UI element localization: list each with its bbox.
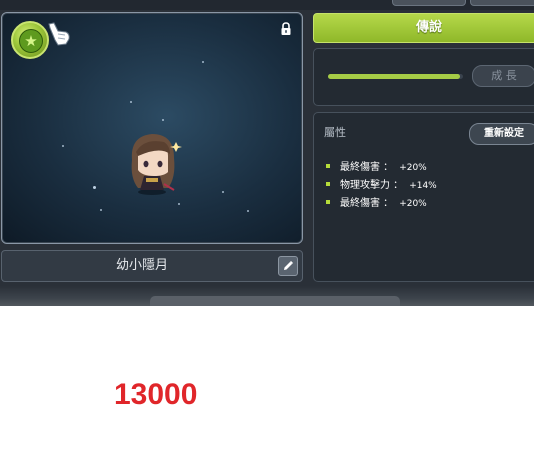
- growth-button[interactable]: 成 長: [472, 65, 534, 87]
- attribute-name: 物理攻擊力 ：: [340, 180, 404, 191]
- growth-panel: 成 長: [313, 48, 534, 106]
- sparkle: [100, 209, 102, 211]
- attribute-name: 最終傷害 ：: [340, 198, 394, 209]
- result-number: 13000: [114, 378, 198, 411]
- top-tab-left[interactable]: [392, 0, 466, 6]
- window-bottom-ornament: [150, 296, 400, 306]
- pet-window: ★ 幼小隱月 傳說 成 長 屬性 重新設定 最終傷害 ： +20% 物理攻擊力 …: [0, 0, 534, 306]
- edit-name-button[interactable]: [278, 256, 298, 276]
- pet-name: 幼小隱月: [115, 258, 168, 273]
- sparkle: [62, 145, 64, 147]
- attributes-list: 最終傷害 ： +20% 物理攻擊力 ： +14% 最終傷害 ： +20%: [326, 159, 437, 213]
- reset-button[interactable]: 重新設定: [469, 123, 534, 145]
- grade-star-badge-icon[interactable]: ★: [11, 21, 49, 59]
- attribute-row: 物理攻擊力 ： +14%: [326, 177, 437, 195]
- pet-character[interactable]: [124, 128, 188, 198]
- attribute-row: 最終傷害 ： +20%: [326, 195, 437, 213]
- sparkle: [93, 186, 96, 189]
- grade-label: 傳說: [415, 20, 442, 35]
- attributes-panel: 屬性 重新設定 最終傷害 ： +20% 物理攻擊力 ： +14% 最終傷害 ： +20…: [313, 112, 534, 282]
- sparkle: [130, 101, 132, 103]
- sparkle: [178, 203, 180, 205]
- sparkle: [247, 210, 249, 212]
- bullet-icon: [326, 200, 330, 204]
- star-icon: ★: [19, 29, 43, 53]
- attribute-name: 最終傷害 ：: [340, 162, 394, 173]
- growth-progress-bar: [328, 74, 463, 79]
- grade-banner: 傳說: [313, 13, 534, 43]
- attribute-row: 最終傷害 ： +20%: [326, 159, 437, 177]
- attribute-value: +20%: [399, 199, 427, 209]
- sparkle: [202, 61, 204, 63]
- bullet-icon: [326, 182, 330, 186]
- sparkle: [162, 119, 164, 121]
- pet-name-bar: 幼小隱月: [1, 250, 303, 282]
- pointing-hand-cursor-icon: [48, 22, 70, 46]
- sparkle: [222, 191, 224, 193]
- growth-progress-fill: [328, 74, 461, 79]
- attributes-title: 屬性: [324, 126, 346, 139]
- pencil-icon: [284, 260, 294, 270]
- attribute-value: +14%: [409, 181, 437, 191]
- top-tab-right[interactable]: [470, 0, 534, 6]
- bullet-icon: [326, 164, 330, 168]
- lock-icon[interactable]: [280, 22, 292, 36]
- attribute-value: +20%: [399, 163, 427, 173]
